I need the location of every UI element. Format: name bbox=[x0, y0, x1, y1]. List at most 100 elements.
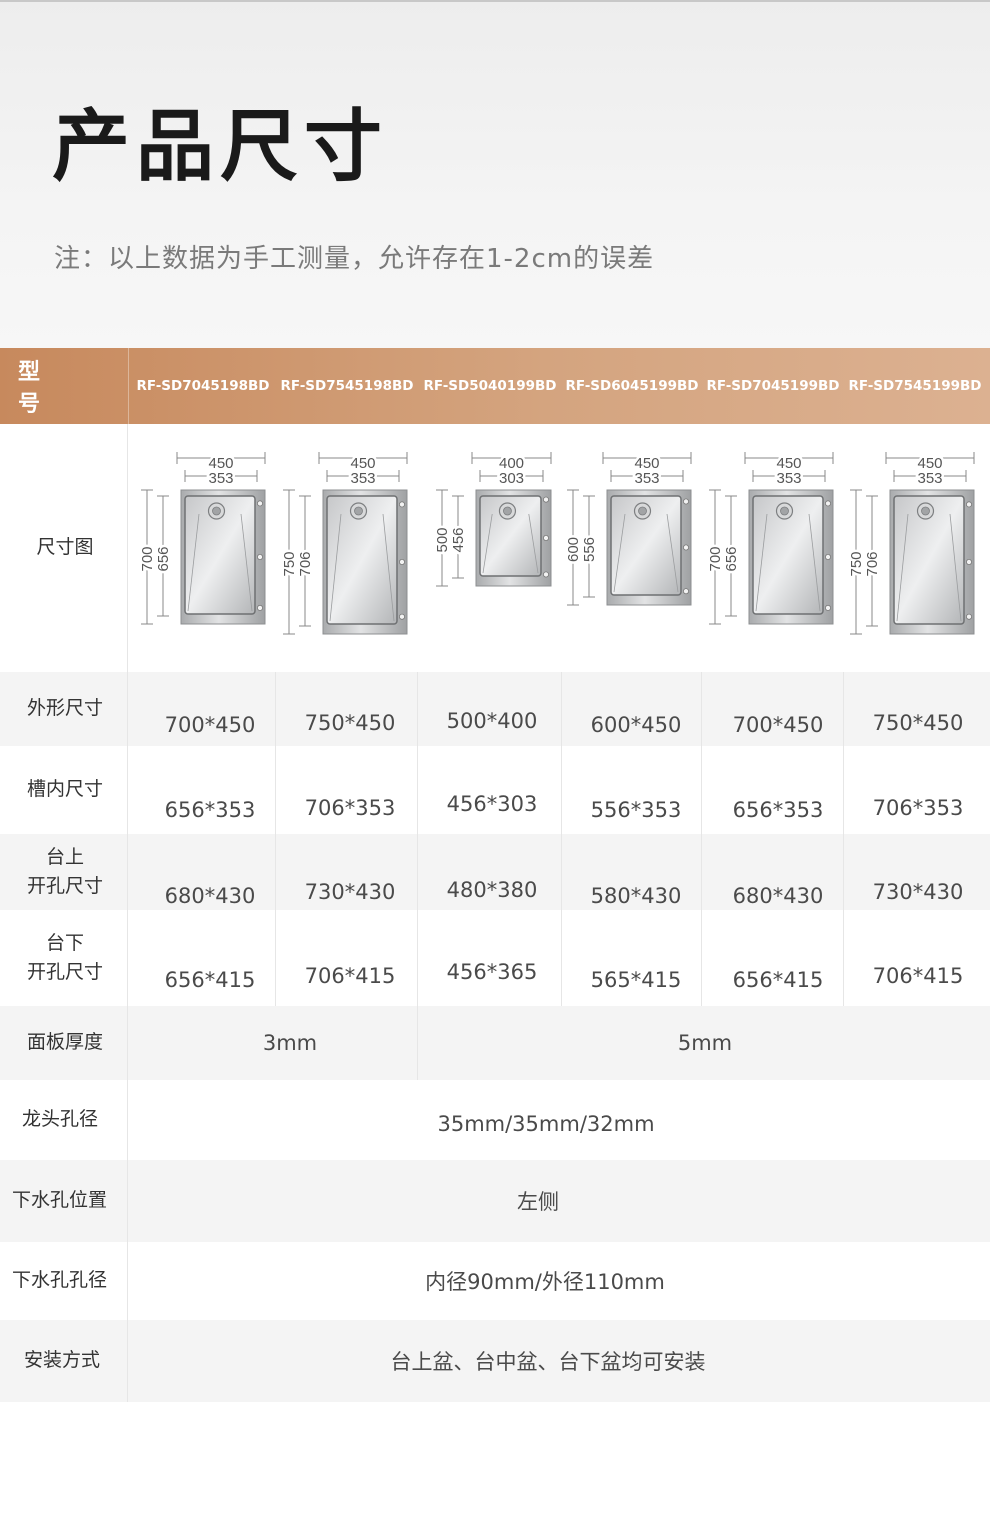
inner-length-label: 556 bbox=[581, 537, 598, 562]
faucet-hole-icon bbox=[399, 558, 406, 565]
faucet-hole-icon bbox=[825, 500, 832, 507]
faucet-hole-icon bbox=[257, 500, 264, 507]
column-divider bbox=[127, 1006, 128, 1080]
header-divider bbox=[128, 348, 129, 424]
table-row: 龙头孔径 35mm/35mm/32mm bbox=[0, 1080, 990, 1160]
table-cell: 456*303 bbox=[446, 792, 538, 816]
row-label: 外形尺寸 bbox=[26, 697, 103, 720]
row-label: 台下 开孔尺寸 bbox=[26, 931, 103, 983]
faucet-hole-icon bbox=[966, 501, 973, 508]
drain-icon bbox=[638, 506, 647, 516]
inner-width-label: 353 bbox=[634, 470, 659, 487]
sink-diagram: 450 353 750 706 bbox=[276, 424, 417, 672]
inner-width-label: 353 bbox=[208, 470, 233, 487]
sink-diagram-svg: 400303500 456 bbox=[432, 452, 552, 587]
faucet-hole-icon bbox=[966, 613, 973, 620]
title-section: 产品尺寸 注：以上数据为手工测量，允许存在1-2cm的误差 bbox=[0, 0, 990, 348]
model-name: RF-SD7045198BD bbox=[136, 378, 270, 394]
faucet-hole-icon bbox=[825, 604, 832, 611]
outer-length-label: 600 bbox=[565, 537, 582, 562]
diagram-row: 尺寸图 450 353 700 656 450 353 750 706 400 303 500 456… bbox=[0, 424, 990, 672]
faucet-hole-icon bbox=[399, 501, 406, 508]
faucet-hole-icon bbox=[683, 588, 690, 595]
row-label: 面板厚度 bbox=[26, 1031, 103, 1054]
top-divider bbox=[0, 0, 990, 2]
inner-length-label: 456 bbox=[450, 527, 467, 552]
drain-icon bbox=[780, 506, 789, 516]
outer-length-label: 750 bbox=[281, 551, 298, 576]
sink-diagram: 400 303 500 456 bbox=[420, 424, 561, 672]
inner-width-label: 353 bbox=[350, 470, 375, 487]
drain-icon bbox=[921, 506, 930, 516]
model-name: RF-SD5040199BD bbox=[423, 378, 557, 394]
table-row: 下水孔位置 左侧 bbox=[0, 1160, 990, 1242]
column-divider bbox=[127, 834, 128, 910]
inner-length-label: 656 bbox=[723, 546, 740, 571]
page-title: 产品尺寸 bbox=[52, 102, 389, 192]
table-cell: 5mm bbox=[677, 1031, 733, 1055]
drain-icon bbox=[503, 506, 512, 516]
row-label: 台上 开孔尺寸 bbox=[26, 845, 103, 897]
faucet-hole-icon bbox=[966, 558, 973, 565]
row-label: 下水孔位置 bbox=[12, 1189, 108, 1212]
model-name: RF-SD7545199BD bbox=[848, 378, 982, 394]
table-row: 外形尺寸 700*450 750*450 500*400 600*450 700… bbox=[0, 672, 990, 746]
inner-width-label: 353 bbox=[776, 470, 801, 487]
outer-length-label: 750 bbox=[848, 551, 865, 576]
sink-diagram-svg: 450353750 706 bbox=[279, 452, 408, 635]
faucet-hole-icon bbox=[543, 571, 550, 578]
row-label: 尺寸图 bbox=[36, 536, 94, 559]
faucet-hole-icon bbox=[683, 498, 690, 505]
table-cell: 35mm/35mm/32mm bbox=[437, 1112, 655, 1136]
table-cell: 内径90mm/外径110mm bbox=[425, 1270, 665, 1294]
inner-length-label: 656 bbox=[155, 546, 172, 571]
sink-diagram-svg: 450353700 656 bbox=[705, 452, 834, 625]
faucet-hole-icon bbox=[683, 544, 690, 551]
sink-diagram: 450 353 700 656 bbox=[140, 424, 275, 672]
table-row: 安装方式 台上盆、台中盆、台下盆均可安装 bbox=[0, 1320, 990, 1402]
faucet-hole-icon bbox=[543, 535, 550, 542]
row-label: 下水孔孔径 bbox=[12, 1269, 108, 1292]
inner-width-label: 353 bbox=[917, 470, 942, 487]
column-divider bbox=[127, 910, 128, 1006]
faucet-hole-icon bbox=[257, 604, 264, 611]
column-divider bbox=[127, 672, 128, 746]
sink-diagram-svg: 450353600 556 bbox=[563, 452, 692, 606]
table-header: 型 号 RF-SD7045198BD RF-SD7545198BD RF-SD5… bbox=[0, 348, 990, 424]
faucet-hole-icon bbox=[257, 553, 264, 560]
table-row: 下水孔孔径 内径90mm/外径110mm bbox=[0, 1242, 990, 1320]
model-name: RF-SD7045199BD bbox=[706, 378, 840, 394]
row-label: 槽内尺寸 bbox=[26, 778, 103, 801]
model-name: RF-SD7545198BD bbox=[280, 378, 414, 394]
sink-diagram: 450 353 600 556 bbox=[562, 424, 701, 672]
row-label: 龙头孔径 bbox=[22, 1108, 99, 1131]
row-label: 安装方式 bbox=[24, 1349, 101, 1372]
column-divider bbox=[127, 746, 128, 834]
table-cell: 3mm bbox=[262, 1031, 318, 1055]
table-cell: 左侧 bbox=[517, 1190, 559, 1214]
sink-diagram: 450 353 700 656 bbox=[704, 424, 843, 672]
inner-width-label: 303 bbox=[499, 470, 524, 487]
faucet-hole-icon bbox=[399, 613, 406, 620]
outer-length-label: 700 bbox=[707, 546, 724, 571]
outer-length-label: 700 bbox=[140, 546, 156, 571]
column-divider bbox=[127, 424, 128, 672]
model-header-label: 型 号 bbox=[18, 360, 61, 417]
table-row: 面板厚度 3mm 5mm bbox=[0, 1006, 990, 1080]
table-row: 台下 开孔尺寸 656*415 706*415 456*365 565*415 … bbox=[0, 910, 990, 1006]
table-cell: 台上盆、台中盆、台下盆均可安装 bbox=[390, 1350, 706, 1374]
model-name: RF-SD6045199BD bbox=[565, 378, 699, 394]
drain-icon bbox=[354, 506, 363, 516]
faucet-hole-icon bbox=[543, 496, 550, 503]
measurement-note: 注：以上数据为手工测量，允许存在1-2cm的误差 bbox=[54, 244, 655, 274]
drain-icon bbox=[212, 506, 221, 516]
sink-diagram-svg: 450353750 706 bbox=[846, 452, 975, 635]
table-row: 台上 开孔尺寸 680*430 730*430 480*380 580*430 … bbox=[0, 834, 990, 910]
faucet-hole-icon bbox=[825, 553, 832, 560]
table-cell: 456*365 bbox=[446, 960, 538, 984]
sink-diagram: 450 353 750 706 bbox=[844, 424, 984, 672]
inner-length-label: 706 bbox=[297, 551, 314, 576]
outer-length-label: 500 bbox=[434, 527, 451, 552]
table-row: 槽内尺寸 656*353 706*353 456*303 556*353 656… bbox=[0, 746, 990, 834]
sink-diagram-svg: 450353700 656 bbox=[140, 452, 266, 625]
